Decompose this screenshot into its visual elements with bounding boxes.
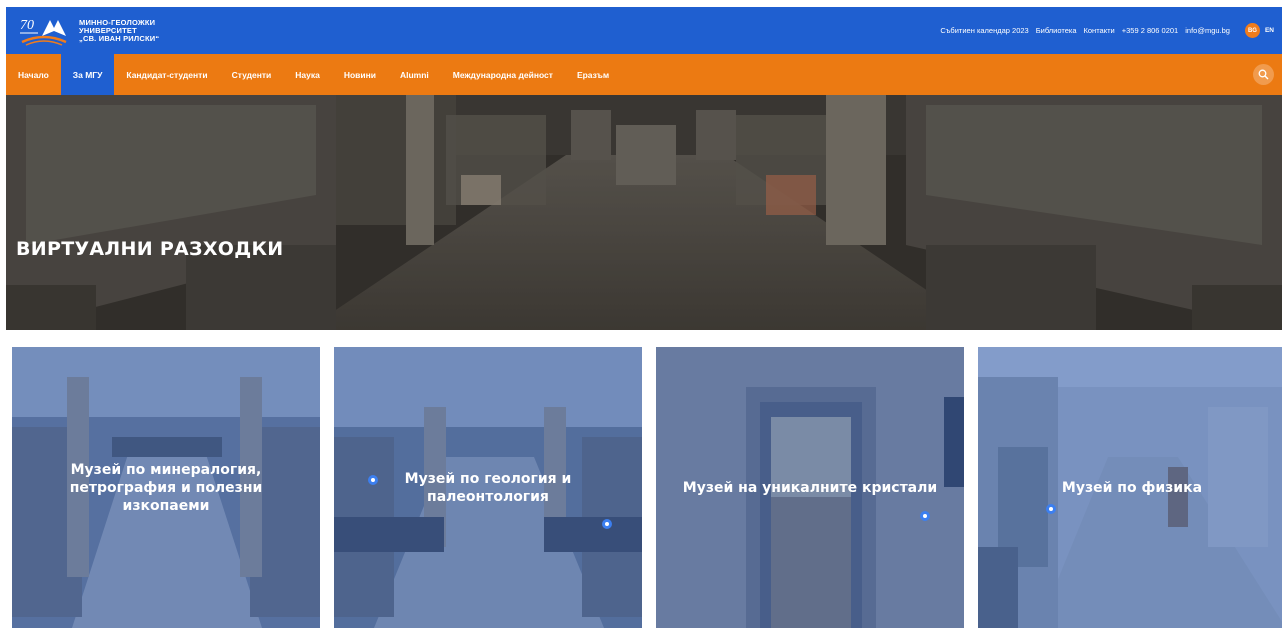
top-bar: 70 МИННО-ГЕОЛОЖКИ УНИВЕРСИТЕТ „СВ. ИВАН … [6,7,1282,54]
university-name-line-3: „СВ. ИВАН РИЛСКИ“ [79,33,160,43]
search-icon [1258,69,1269,80]
university-name: МИННО-ГЕОЛОЖКИ УНИВЕРСИТЕТ „СВ. ИВАН РИЛ… [79,18,160,43]
phone-link[interactable]: +359 2 806 0201 [1122,26,1179,35]
nav-item-home[interactable]: Начало [6,54,61,95]
museum-card-title: Музей по геология и палеонтология [404,470,572,505]
lang-bg-button[interactable]: BG [1244,23,1260,38]
museum-card-crystals[interactable]: Музей на уникалните кристали [656,347,964,628]
museum-card-title: Музей по физика [1061,479,1203,496]
nav-item-international[interactable]: Международна дейност [441,54,565,95]
language-switcher: BG EN [1244,23,1274,38]
events-calendar-link[interactable]: Събитиен календар 2023 [940,26,1028,35]
lang-en-button[interactable]: EN [1265,27,1274,34]
nav-item-alumni[interactable]: Alumni [388,54,441,95]
museum-card-title: Музей на уникалните кристали [682,479,938,496]
nav-item-erasmus[interactable]: Еразъм [565,54,621,95]
nav-item-applicants[interactable]: Кандидат-студенти [114,54,219,95]
page-title: ВИРТУАЛНИ РАЗХОДКИ [16,238,284,260]
nav-item-about[interactable]: За МГУ [60,54,115,95]
museum-card-title: Музей по минералогия, петрография и поле… [69,461,263,514]
email-link[interactable]: info@mgu.bg [1185,26,1230,35]
museum-cards: Музей по минералогия, петрография и поле… [12,347,1282,628]
university-logo-link[interactable]: 70 МИННО-ГЕОЛОЖКИ УНИВЕРСИТЕТ „СВ. ИВАН … [18,14,159,48]
page: 70 МИННО-ГЕОЛОЖКИ УНИВЕРСИТЕТ „СВ. ИВАН … [0,0,1282,628]
nav-item-science[interactable]: Наука [283,54,332,95]
university-logo-icon: 70 [18,14,70,48]
hero-museum-image [6,95,1282,330]
museum-card-geology[interactable]: Музей по геология и палеонтология [334,347,642,628]
contacts-link[interactable]: Контакти [1084,26,1115,35]
hero-banner: ВИРТУАЛНИ РАЗХОДКИ [6,95,1282,330]
museum-card-physics[interactable]: Музей по физика [978,347,1282,628]
nav-item-students[interactable]: Студенти [220,54,284,95]
nav-item-news[interactable]: Новини [332,54,388,95]
main-nav: Начало За МГУ Кандидат-студенти Студенти… [6,54,1282,95]
library-link[interactable]: Библиотека [1036,26,1077,35]
svg-text:70: 70 [20,18,34,33]
top-links: Събитиен календар 2023 Библиотека Контак… [940,23,1274,38]
museum-card-mineralogy[interactable]: Музей по минералогия, петрография и поле… [12,347,320,628]
search-button[interactable] [1253,64,1274,85]
